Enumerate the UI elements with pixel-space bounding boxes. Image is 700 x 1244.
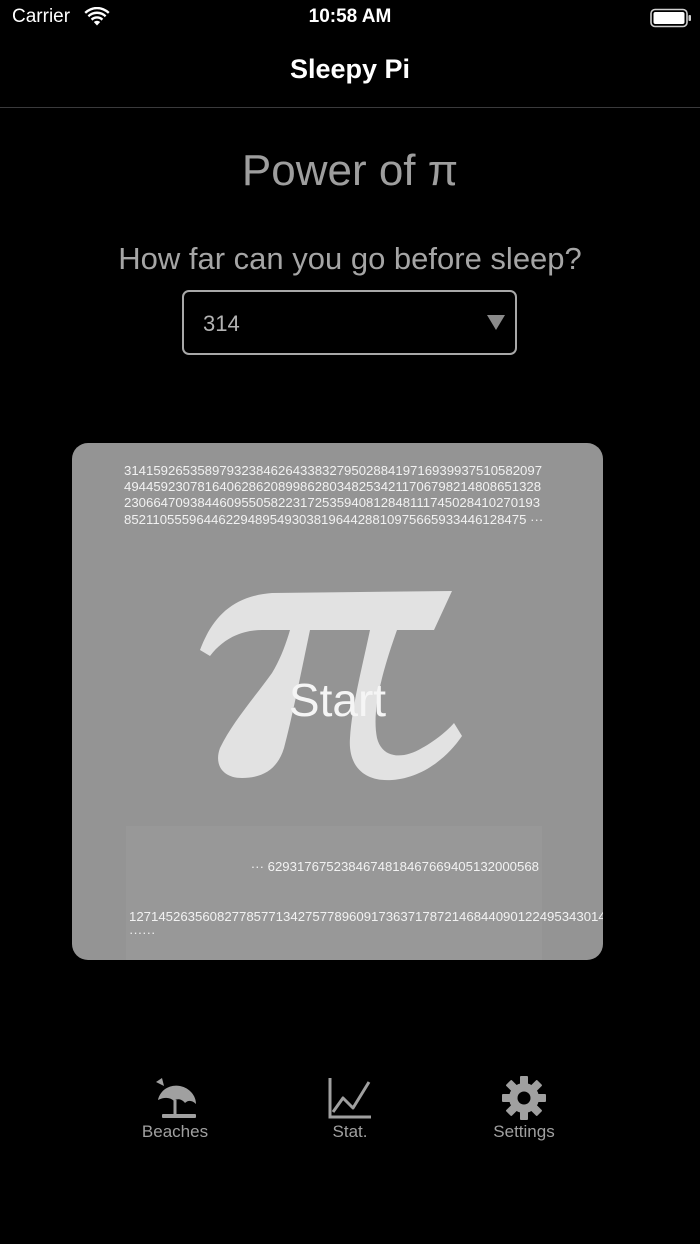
tab-bar: Beaches Stat. Settings [0,1060,700,1160]
question-label: How far can you go before sleep? [118,241,582,276]
gear-icon [502,1076,546,1120]
battery-full-icon [650,8,691,28]
status-bar: Carrier 10:58 AM [0,0,700,36]
tab-beaches-label: Beaches [141,1122,209,1141]
tab-settings-label: Settings [493,1122,555,1141]
beach-umbrella-icon [156,1078,196,1118]
pi-card[interactable]: 3141592653589793238462643383279502884197… [72,443,603,960]
triangle-down-icon [487,315,505,330]
digit-count-value: 314 [203,311,240,336]
navigation-bar: Sleepy Pi [0,36,700,108]
nav-title: Sleepy Pi [289,54,411,84]
tab-stat[interactable]: Stat. [280,1076,420,1142]
pi-digits-bottom-rest: 1271452635608277857713427577896091736371… [129,908,603,941]
tab-stat-label: Stat. [332,1122,368,1141]
pi-digits-bottom-line1: ··· 629317675238467481846766940513200056… [250,859,539,874]
tab-beaches[interactable]: Beaches [105,1076,245,1142]
pi-digits-top: 3141592653589793238462643383279502884197… [124,463,544,527]
page-title: Power of π [241,146,459,195]
start-button[interactable]: Start [72,673,603,727]
tab-settings[interactable]: Settings [454,1076,594,1142]
line-chart-icon [328,1078,371,1119]
status-time: 10:58 AM [308,6,392,27]
pi-digits-bottom: ··· 629317675238467481846766940513200056… [126,826,603,960]
digit-count-select[interactable]: 314 [182,290,517,355]
